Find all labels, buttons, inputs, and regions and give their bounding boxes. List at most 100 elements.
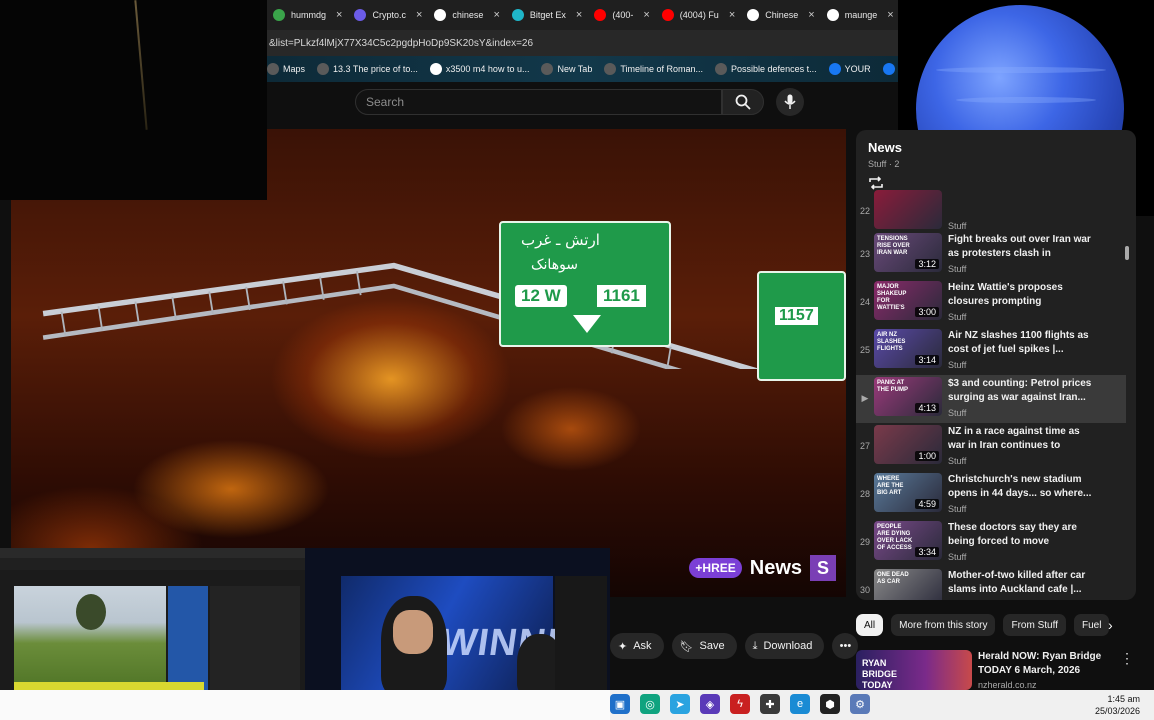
download-button[interactable]: ⤓ Download — [744, 633, 825, 659]
playlist-item-channel[interactable]: Stuff — [948, 264, 966, 274]
bookmark-item[interactable]: YOUR — [828, 63, 871, 75]
bookmark-item[interactable]: Possible defences t... — [715, 63, 817, 75]
playlist-item-channel[interactable]: Stuff — [948, 552, 966, 562]
bookmark-item[interactable]: Facebook green — [882, 63, 898, 75]
playlist-item-channel[interactable]: Stuff — [948, 456, 966, 466]
playlist-thumbnail[interactable]: AIR NZ SLASHES FLIGHTS 3:14 — [874, 329, 942, 368]
bookmark-label: New Tab — [557, 64, 593, 74]
close-icon[interactable]: × — [887, 9, 893, 21]
settings-icon[interactable]: ⚙ — [850, 694, 870, 714]
more-options-icon[interactable]: ⋮ — [1120, 650, 1134, 667]
telegram-icon[interactable]: ➤ — [670, 694, 690, 714]
recommended-video[interactable]: RYAN BRIDGE TODAY Herald NOW: Ryan Bridg… — [856, 648, 1146, 690]
playlist-item[interactable]: 23 TENSIONS RISE OVER IRAN WAR 3:12 Fight b… — [856, 231, 1126, 279]
playlist-thumbnail[interactable]: 1:00 — [874, 425, 942, 464]
search-input[interactable]: Search — [355, 89, 722, 115]
tab-label: hummdg — [291, 10, 327, 20]
save-button[interactable]: 🔖︎ Save — [671, 633, 737, 659]
duration-badge: 3:14 — [915, 355, 939, 365]
news-brand: +HREE News S — [689, 555, 836, 581]
browser-tab[interactable]: hummdg × — [267, 3, 348, 27]
browser-tab[interactable]: maunge × — [821, 3, 898, 27]
close-icon[interactable]: × — [336, 9, 342, 21]
ask-button[interactable]: ✦ Ask — [610, 633, 664, 659]
playlist-thumbnail[interactable]: TENSIONS RISE OVER IRAN WAR 3:12 — [874, 233, 942, 272]
system-clock[interactable]: 1:45 am 25/03/2026 — [1095, 693, 1140, 717]
close-icon[interactable]: × — [576, 9, 582, 21]
playlist-thumbnail[interactable]: WHERE ARE THE BIG ART 4:59 — [874, 473, 942, 512]
recommended-title[interactable]: Herald NOW: Ryan Bridge TODAY 6 March, 2… — [978, 650, 1128, 678]
playlist-item-channel[interactable]: Stuff — [948, 360, 966, 370]
playlist-thumbnail[interactable]: ONE DEAD AS CAR — [874, 569, 942, 600]
playlist-item-title[interactable]: These doctors say they are being forced … — [948, 521, 1092, 549]
playlist-item-title[interactable]: Air NZ slashes 1100 flights as cost of j… — [948, 329, 1092, 357]
filter-chip[interactable]: Fuel — [1073, 614, 1110, 636]
recommended-thumbnail[interactable]: RYAN BRIDGE TODAY — [856, 650, 972, 690]
playlist-item-title[interactable]: NZ in a race against time as war in Iran… — [948, 425, 1092, 453]
playlist-thumbnail[interactable]: MAJOR SHAKEUP FOR WATTIE'S 3:00 — [874, 281, 942, 320]
playlist-item-title[interactable]: Christchurch's new stadium opens in 44 d… — [948, 473, 1092, 501]
browser-tab[interactable]: Chinese × — [741, 3, 820, 27]
chevron-right-icon[interactable]: › — [1108, 617, 1113, 633]
gamepad-icon[interactable]: ✚ — [760, 694, 780, 714]
maps-icon — [267, 63, 279, 75]
playlist-item[interactable]: 25 AIR NZ SLASHES FLIGHTS 3:14 Air NZ slash… — [856, 327, 1126, 375]
address-bar[interactable]: &list=PLkzf4lMjX77X34C5c2pgdpHoDp9SK20sY… — [267, 30, 898, 56]
browser-tab[interactable]: Crypto.c × — [348, 3, 428, 27]
playlist-item[interactable]: 29 PEOPLE ARE DYING OVER LACK OF ACCESS 3:… — [856, 519, 1126, 567]
playlist-item-channel[interactable]: Stuff — [948, 221, 966, 231]
playlist-item-title[interactable]: Fight breaks out over Iran war as protes… — [948, 233, 1092, 261]
playlist-item-title[interactable] — [948, 190, 1092, 218]
close-icon[interactable]: × — [729, 9, 735, 21]
tab-label: maunge — [844, 10, 878, 20]
download-icon: ⤓ — [752, 639, 758, 652]
bookmark-item[interactable]: x3500 m4 how to u... — [429, 63, 529, 75]
voice-search-button[interactable] — [776, 88, 804, 116]
playlist-scrollbar[interactable] — [1125, 246, 1129, 260]
store-icon[interactable]: ▣ — [610, 694, 630, 714]
playlist-item-channel[interactable]: Stuff — [948, 312, 966, 322]
playlist-item-title[interactable]: Heinz Wattie's proposes closures prompti… — [948, 281, 1092, 309]
playlist-item-number: 28 — [859, 489, 870, 499]
playlist-item-number: 30 — [859, 585, 870, 595]
playlist-thumbnail[interactable]: PANIC AT THE PUMP 4:13 — [874, 377, 942, 416]
playlist-thumbnail[interactable] — [874, 190, 942, 229]
playlist-item-channel[interactable]: Stuff — [948, 408, 966, 418]
recommended-channel[interactable]: nzherald.co.nz — [978, 680, 1037, 690]
taskbar-left — [0, 690, 610, 720]
edge-icon[interactable]: e — [790, 694, 810, 714]
playlist-thumbnail[interactable]: PEOPLE ARE DYING OVER LACK OF ACCESS 3:34 — [874, 521, 942, 560]
playlist-item[interactable]: 28 WHERE ARE THE BIG ART 4:59 Christchurch'… — [856, 471, 1126, 519]
chatgpt-icon[interactable]: ◎ — [640, 694, 660, 714]
playlist-item-title[interactable]: $3 and counting: Petrol prices surging a… — [948, 377, 1092, 405]
playlist-item[interactable]: 30 ONE DEAD AS CAR Mother-of-two killed af… — [856, 567, 1126, 600]
lightning-icon[interactable]: ϟ — [730, 694, 750, 714]
playlist-item-title[interactable]: Mother-of-two killed after car slams int… — [948, 569, 1092, 597]
bookmark-item[interactable]: New Tab — [541, 63, 592, 75]
bookmark-item[interactable]: Maps — [267, 63, 305, 75]
browser-tab[interactable]: Bitget Ex × — [506, 3, 588, 27]
filter-chip[interactable]: From Stuff — [1003, 614, 1066, 636]
browser-tab[interactable]: (4004) Fu × — [656, 3, 741, 27]
browser-tab[interactable]: chinese × — [428, 3, 505, 27]
more-actions-button[interactable]: ••• — [832, 633, 859, 659]
wikipedia-icon — [604, 63, 617, 75]
close-icon[interactable]: × — [416, 9, 422, 21]
facebook-icon — [882, 63, 895, 75]
close-icon[interactable]: × — [808, 9, 814, 21]
playlist-item[interactable]: 24 MAJOR SHAKEUP FOR WATTIE'S 3:00 Heinz Wa… — [856, 279, 1126, 327]
playlist-item[interactable]: 27 1:00 NZ in a race against time as war i… — [856, 423, 1126, 471]
playlist-item[interactable]: 22 Stuff — [856, 188, 1126, 236]
playlist-item-channel[interactable]: Stuff — [948, 504, 966, 514]
filter-chip[interactable]: All — [856, 614, 884, 636]
bookmark-item[interactable]: Timeline of Roman... — [604, 63, 703, 75]
browser-tab[interactable]: (400- × — [588, 3, 655, 27]
close-icon[interactable]: × — [493, 9, 499, 21]
bookmark-item[interactable]: 13.3 The price of to... — [317, 63, 418, 75]
playlist-item[interactable]: ▶ PANIC AT THE PUMP 4:13 $3 and counting: P… — [856, 375, 1126, 423]
close-icon[interactable]: × — [643, 9, 649, 21]
shield-icon[interactable]: ⬢ — [820, 694, 840, 714]
app-icon[interactable]: ◈ — [700, 694, 720, 714]
search-button[interactable] — [722, 89, 764, 115]
filter-chip[interactable]: More from this story — [891, 614, 996, 636]
